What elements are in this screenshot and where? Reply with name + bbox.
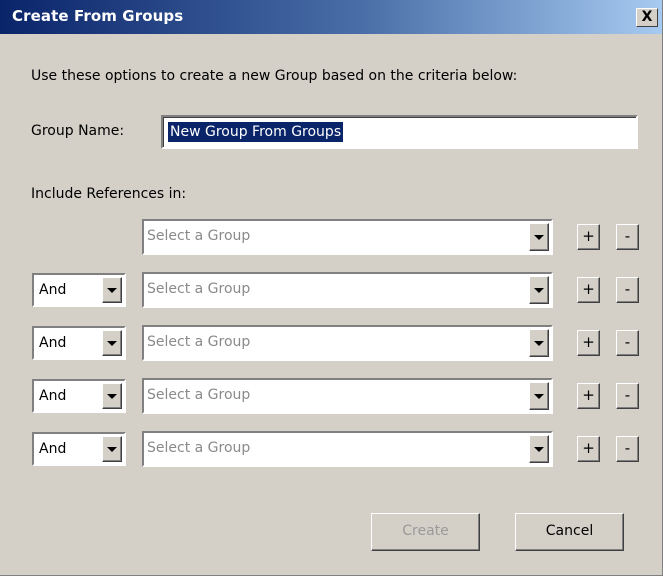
chevron-down-icon [107, 288, 117, 293]
group-select-placeholder: Select a Group [147, 387, 251, 403]
group-select-placeholder: Select a Group [147, 228, 251, 244]
remove-row-button[interactable]: - [616, 224, 639, 250]
group-dropdown-button[interactable] [529, 382, 549, 410]
remove-row-button[interactable]: - [616, 277, 639, 303]
add-row-button[interactable]: + [577, 330, 600, 356]
group-name-value: New Group From Groups [168, 122, 344, 142]
operator-value: And [39, 335, 67, 351]
group-dropdown-button[interactable] [529, 329, 549, 357]
criteria-row: And Select a Group + - [0, 431, 663, 467]
group-select[interactable]: Select a Group [142, 325, 553, 361]
operator-value: And [39, 388, 67, 404]
title-bar[interactable]: Create From Groups X [0, 0, 662, 34]
close-icon: X [641, 9, 653, 25]
operator-select[interactable]: And [32, 432, 126, 466]
add-row-button[interactable]: + [577, 383, 600, 409]
operator-value: And [39, 282, 67, 298]
create-from-groups-dialog: Create From Groups X Use these options t… [0, 0, 663, 576]
operator-select[interactable]: And [32, 273, 126, 307]
add-row-button[interactable]: + [577, 224, 600, 250]
group-dropdown-button[interactable] [529, 276, 549, 304]
group-dropdown-button[interactable] [529, 223, 549, 251]
add-row-button[interactable]: + [577, 436, 600, 462]
group-select[interactable]: Select a Group [142, 431, 553, 467]
criteria-row: And Select a Group + - [0, 378, 663, 414]
chevron-down-icon [534, 394, 544, 399]
criteria-row: Select a Group + - [0, 219, 663, 255]
include-references-label: Include References in: [31, 186, 187, 202]
chevron-down-icon [107, 447, 117, 452]
operator-dropdown-button[interactable] [102, 277, 122, 303]
chevron-down-icon [107, 394, 117, 399]
operator-dropdown-button[interactable] [102, 383, 122, 409]
chevron-down-icon [534, 235, 544, 240]
chevron-down-icon [534, 288, 544, 293]
operator-dropdown-button[interactable] [102, 436, 122, 462]
group-select[interactable]: Select a Group [142, 378, 553, 414]
chevron-down-icon [107, 341, 117, 346]
group-name-input[interactable]: New Group From Groups [161, 115, 638, 149]
create-button[interactable]: Create [371, 513, 480, 551]
operator-select[interactable]: And [32, 379, 126, 413]
group-select[interactable]: Select a Group [142, 219, 553, 255]
group-select-placeholder: Select a Group [147, 440, 251, 456]
remove-row-button[interactable]: - [616, 436, 639, 462]
instructions-text: Use these options to create a new Group … [31, 68, 518, 84]
add-row-button[interactable]: + [577, 277, 600, 303]
close-button[interactable]: X [636, 8, 658, 27]
group-select-placeholder: Select a Group [147, 334, 251, 350]
group-name-label: Group Name: [31, 123, 125, 139]
criteria-row: And Select a Group + - [0, 272, 663, 308]
criteria-row: And Select a Group + - [0, 325, 663, 361]
cancel-button[interactable]: Cancel [515, 513, 624, 551]
group-select[interactable]: Select a Group [142, 272, 553, 308]
chevron-down-icon [534, 447, 544, 452]
group-dropdown-button[interactable] [529, 435, 549, 463]
operator-dropdown-button[interactable] [102, 330, 122, 356]
window-title: Create From Groups [12, 7, 184, 25]
chevron-down-icon [534, 341, 544, 346]
remove-row-button[interactable]: - [616, 383, 639, 409]
group-select-placeholder: Select a Group [147, 281, 251, 297]
operator-value: And [39, 441, 67, 457]
remove-row-button[interactable]: - [616, 330, 639, 356]
operator-select[interactable]: And [32, 326, 126, 360]
